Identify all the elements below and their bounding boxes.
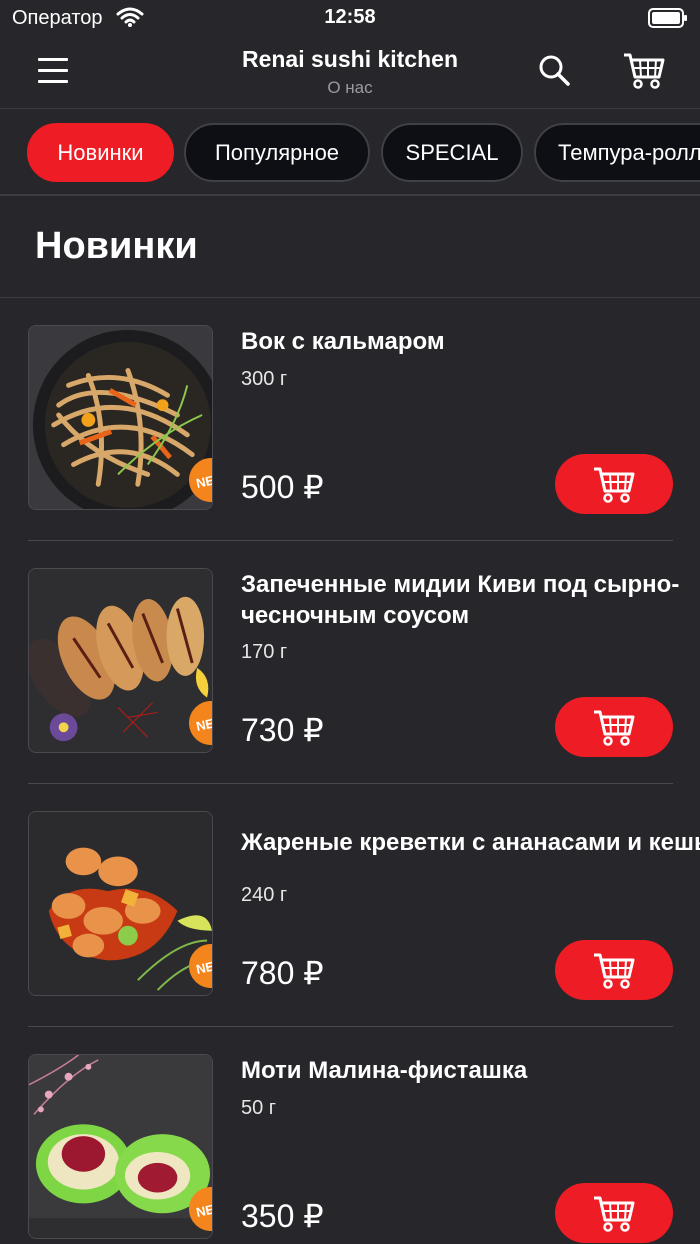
cart-icon bbox=[594, 953, 635, 989]
add-to-cart-button[interactable] bbox=[555, 1183, 673, 1243]
about-link[interactable]: О нас bbox=[0, 78, 700, 98]
product-card[interactable]: NEW Моти Малина-фисташка 50 г 350 ₽ bbox=[0, 1027, 700, 1244]
product-card[interactable]: NEW Вок с кальмаром 300 г 500 ₽ bbox=[0, 298, 700, 541]
tab-tempura[interactable]: Темпура-роллы bbox=[534, 123, 700, 182]
cart-icon bbox=[594, 467, 635, 503]
add-to-cart-button[interactable] bbox=[555, 454, 673, 514]
product-weight: 170 г bbox=[241, 641, 288, 663]
cart-icon bbox=[594, 1196, 635, 1232]
category-tabs: Новинки Популярное SPECIAL Темпура-роллы bbox=[0, 109, 700, 196]
tab-special[interactable]: SPECIAL bbox=[381, 123, 523, 182]
product-price: 500 ₽ bbox=[241, 469, 324, 505]
tab-popular[interactable]: Популярное bbox=[184, 123, 370, 182]
battery-icon bbox=[648, 8, 688, 34]
product-name[interactable]: Моти Малина-фисташка bbox=[241, 1055, 700, 1086]
product-weight: 240 г bbox=[241, 884, 288, 906]
product-image: NEW bbox=[28, 811, 213, 996]
product-name-line2[interactable]: чесночным соусом bbox=[241, 600, 700, 631]
product-name[interactable]: Вок с кальмаром bbox=[241, 326, 700, 357]
clock: 12:58 bbox=[324, 6, 376, 28]
cart-icon bbox=[594, 710, 635, 746]
product-card[interactable]: NEW Жареные креветки с ананасами и кешью… bbox=[0, 784, 700, 1027]
product-price: 350 ₽ bbox=[241, 1198, 324, 1234]
add-to-cart-button[interactable] bbox=[555, 697, 673, 757]
cart-icon[interactable] bbox=[622, 50, 666, 90]
section-title: Новинки bbox=[35, 225, 198, 267]
product-image: NEW bbox=[28, 568, 213, 753]
product-name[interactable]: Запеченные мидии Киви под сырно- bbox=[241, 569, 700, 600]
product-image: NEW bbox=[28, 1054, 213, 1239]
product-price: 730 ₽ bbox=[241, 712, 324, 748]
app-title: Renai sushi kitchen bbox=[241, 46, 458, 72]
status-bar: Оператор 12:58 bbox=[0, 0, 700, 36]
product-name[interactable]: Жареные креветки с ананасами и кешью bbox=[241, 827, 700, 858]
search-icon[interactable] bbox=[536, 52, 572, 88]
product-card[interactable]: NEW Запеченные мидии Киви под сырно- чес… bbox=[0, 541, 700, 784]
product-weight: 50 г bbox=[241, 1097, 277, 1119]
tab-new[interactable]: Новинки bbox=[27, 123, 174, 182]
product-image: NEW bbox=[28, 325, 213, 510]
product-price: 780 ₽ bbox=[241, 955, 324, 991]
add-to-cart-button[interactable] bbox=[555, 940, 673, 1000]
nav-bar: Renai sushi kitchen О нас bbox=[0, 36, 700, 109]
product-weight: 300 г bbox=[241, 368, 288, 390]
